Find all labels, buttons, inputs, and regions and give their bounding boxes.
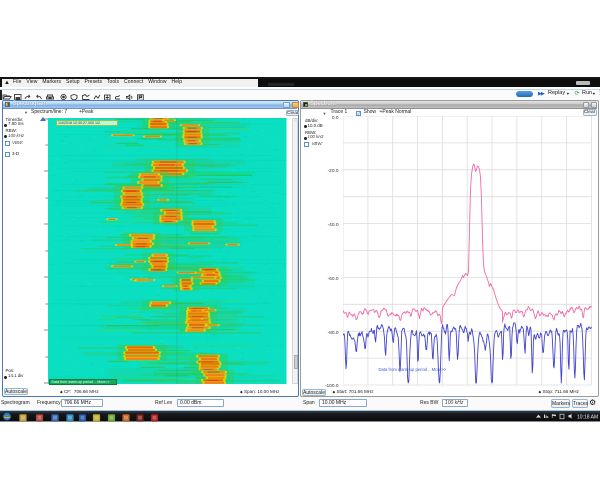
svg-text:10:18 AM: 10:18 AM: [577, 414, 598, 420]
